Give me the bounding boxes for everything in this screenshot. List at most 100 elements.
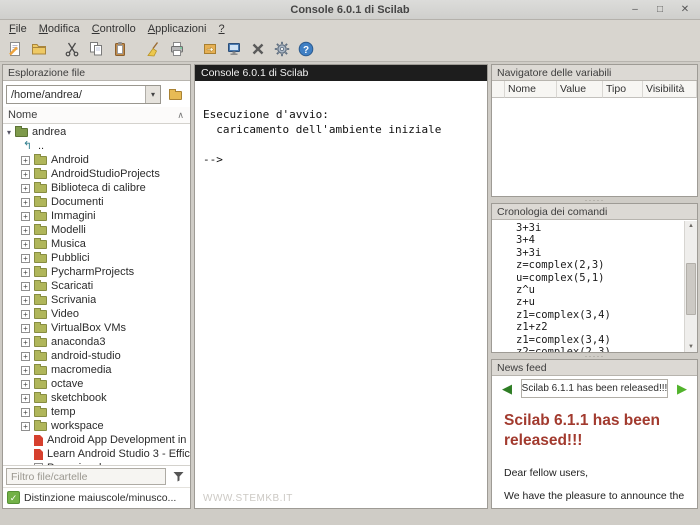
tree-item-folder[interactable]: + android-studio [3,349,190,363]
expander-icon[interactable]: + [21,379,30,389]
expander-icon[interactable]: + [21,407,30,417]
expander-icon[interactable]: + [21,253,30,263]
tree-item-file[interactable]: Android App Development in [3,433,190,447]
tree-item-folder[interactable]: + Musica [3,237,190,251]
history-item[interactable]: z+u [516,296,681,308]
expander-icon[interactable]: + [21,267,30,277]
tree-item-folder[interactable]: + octave [3,377,190,391]
tree-item-folder[interactable]: + Scrivania [3,293,190,307]
tree-item-folder[interactable]: + Scaricati [3,279,190,293]
expander-icon[interactable]: + [21,239,30,249]
cut-button[interactable] [60,38,84,60]
history-item[interactable]: z1+z2 [516,321,681,333]
maximize-icon[interactable]: □ [653,4,667,15]
browse-folder-button[interactable] [163,84,187,105]
help-button[interactable]: ? [294,38,318,60]
expander-icon[interactable]: + [21,155,30,165]
filter-funnel-button[interactable] [169,471,187,482]
tree-item-folder[interactable]: + Documenti [3,195,190,209]
paste-button[interactable] [108,38,132,60]
news-next-button[interactable]: ▶ [671,379,693,398]
scroll-down-icon[interactable]: ▼ [685,342,697,352]
expander-icon[interactable]: + [21,309,30,319]
expander-icon[interactable]: + [21,421,30,431]
expander-icon[interactable]: + [21,337,30,347]
stop-button[interactable] [246,38,270,60]
tree-item-folder[interactable]: + Android [3,153,190,167]
filter-input[interactable] [6,468,166,485]
tree-item-folder[interactable]: + macromedia [3,363,190,377]
history-item[interactable]: z=complex(2,3) [516,259,681,271]
scrollbar-thumb[interactable] [686,262,696,316]
tree-item-folder[interactable]: + Video [3,307,190,321]
history-item[interactable]: z1=complex(3,4) [516,309,681,321]
expander-icon[interactable]: + [21,225,30,235]
tree-item-folder[interactable]: + Modelli [3,223,190,237]
news-body[interactable]: Scilab 6.1.1 has been released!!! Dear f… [492,401,697,508]
tree-item-folder[interactable]: + VirtualBox VMs [3,321,190,335]
tree-item-folder[interactable]: + workspace [3,419,190,433]
history-list[interactable]: 3+3i 3+4 3+3i z=complex(2,3) u=complex(5,1) z… [492,220,697,352]
news-prev-button[interactable]: ◀ [496,379,518,398]
expander-icon[interactable]: + [21,169,30,179]
history-item[interactable]: 3+3i [516,247,681,259]
history-item[interactable]: z2=complex(2,3) [516,346,681,352]
collapse-arrow-icon[interactable]: ▾ [7,128,11,137]
right-column: Navigatore delle variabili Nome Value Tipo… [491,64,698,509]
tree-item-folder[interactable]: + temp [3,405,190,419]
expander-icon[interactable]: + [21,281,30,291]
expander-icon[interactable]: + [21,211,30,221]
column-value[interactable]: Value [557,81,603,98]
history-item[interactable]: u=complex(5,1) [516,272,681,284]
clear-console-button[interactable] [141,38,165,60]
history-item[interactable]: 3+3i [516,222,681,234]
change-directory-button[interactable] [198,38,222,60]
dropdown-arrow-icon[interactable]: ▾ [145,86,160,103]
expander-icon[interactable]: + [21,323,30,333]
console-output[interactable]: Esecuzione d'avvio: caricamento dell'amb… [195,81,487,508]
tree-item-folder[interactable]: + sketchbook [3,391,190,405]
variable-table-body[interactable] [492,98,697,196]
menu-item-file[interactable]: File [3,22,33,36]
column-visibilità[interactable]: Visibilità [643,81,697,98]
xcos-button[interactable] [222,38,246,60]
tree-item-file[interactable]: Learn Android Studio 3 - Effici [3,447,190,461]
history-item[interactable]: z1=complex(3,4) [516,334,681,346]
menu-item-modifica[interactable]: Modifica [33,22,86,36]
menu-item-controllo[interactable]: Controllo [86,22,142,36]
expander-icon[interactable]: + [21,393,30,403]
collapse-icon[interactable]: ∧ [177,110,184,121]
tree-item-folder[interactable]: + Immagini [3,209,190,223]
menu-item-applicazioni[interactable]: Applicazioni [142,22,213,36]
path-combo[interactable]: /home/andrea/ ▾ [6,85,161,104]
open-file-button[interactable] [27,38,51,60]
expander-icon[interactable]: + [21,351,30,361]
expander-icon[interactable]: + [21,295,30,305]
tree-item-folder[interactable]: + Pubblici [3,251,190,265]
history-item[interactable]: 3+4 [516,234,681,246]
tree-item-folder[interactable]: + Biblioteca di calibre [3,181,190,195]
expander-icon[interactable]: + [21,183,30,193]
tree-item-folder[interactable]: + PycharmProjects [3,265,190,279]
launch-editor-button[interactable] [3,38,27,60]
case-sensitive-checkbox[interactable]: ✓ [7,491,20,504]
expander-icon[interactable]: + [21,365,30,375]
minimize-icon[interactable]: – [628,4,642,15]
menu-item-help[interactable]: ? [212,22,230,36]
history-scrollbar[interactable]: ▲ ▼ [684,221,697,352]
copy-button[interactable] [84,38,108,60]
column-tipo[interactable]: Tipo [603,81,643,98]
tree-item-root[interactable]: ▾ andrea [3,125,190,139]
tree-item-up[interactable]: ↰.. [3,139,190,153]
tree-item-folder[interactable]: + anaconda3 [3,335,190,349]
print-button[interactable] [165,38,189,60]
column-nome[interactable]: Nome [505,81,557,98]
history-item[interactable]: z^u [516,284,681,296]
titlebar[interactable]: Console 6.0.1 di Scilab – □ ✕ [0,0,700,20]
tree-column-header[interactable]: Nome ∧ [3,107,190,124]
close-icon[interactable]: ✕ [678,4,692,15]
preferences-button[interactable] [270,38,294,60]
scroll-up-icon[interactable]: ▲ [685,221,697,231]
expander-icon[interactable]: + [21,197,30,207]
tree-item-folder[interactable]: + AndroidStudioProjects [3,167,190,181]
